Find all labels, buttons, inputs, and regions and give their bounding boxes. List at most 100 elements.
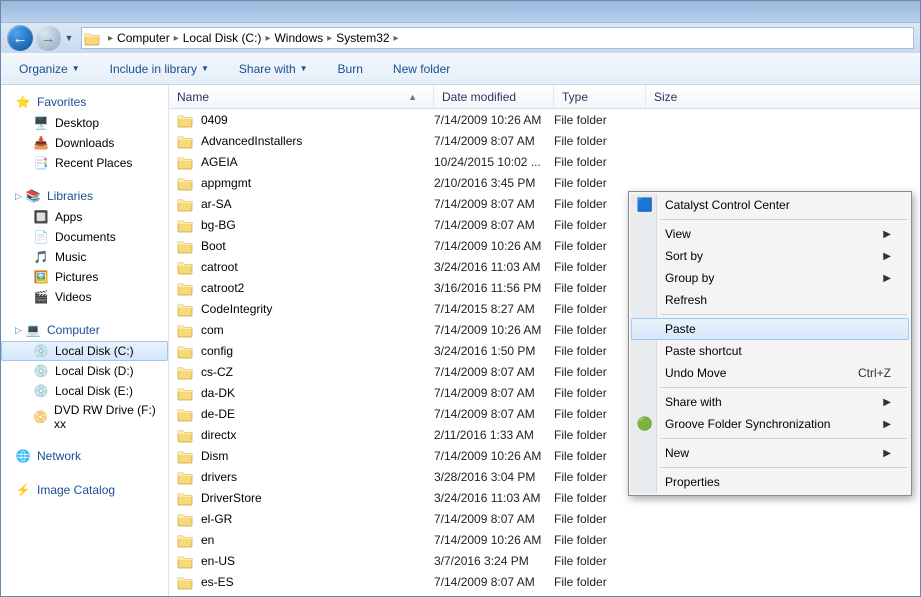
- file-row[interactable]: appmgmt2/10/2016 3:45 PMFile folder: [169, 172, 920, 193]
- network-group[interactable]: 🌐Network: [1, 445, 168, 467]
- file-type: File folder: [554, 575, 646, 589]
- sidebar-item-label: Videos: [55, 290, 91, 304]
- sidebar-documents[interactable]: 📄Documents: [1, 227, 168, 247]
- folder-icon: [177, 448, 193, 464]
- sidebar-dvd-drive[interactable]: 📀 DVD RW Drive (F:) xx: [1, 401, 168, 433]
- ctx-label: Refresh: [665, 293, 707, 307]
- dvd-icon: 📀: [33, 409, 48, 425]
- computer-group[interactable]: ▷💻Computer: [1, 319, 168, 341]
- ctx-refresh[interactable]: Refresh: [631, 289, 909, 311]
- sidebar-apps[interactable]: 🔲Apps: [1, 207, 168, 227]
- file-type: File folder: [554, 533, 646, 547]
- forward-button[interactable]: →: [35, 25, 61, 51]
- ctx-separator: [661, 467, 907, 468]
- sidebar-item-label: Music: [55, 250, 86, 264]
- ctx-view[interactable]: View▶: [631, 223, 909, 245]
- sidebar-drive-e[interactable]: 💿Local Disk (E:): [1, 381, 168, 401]
- ctx-paste-shortcut[interactable]: Paste shortcut: [631, 340, 909, 362]
- chevron-right-icon: ▸: [394, 33, 399, 44]
- drive-icon: 💿: [33, 363, 49, 379]
- column-size[interactable]: Size: [646, 85, 766, 108]
- documents-icon: 📄: [33, 229, 49, 245]
- column-headers: Name▲ Date modified Type Size: [169, 85, 920, 109]
- sidebar-pictures[interactable]: 🖼️Pictures: [1, 267, 168, 287]
- file-name: appmgmt: [201, 176, 251, 190]
- ctx-new[interactable]: New▶: [631, 442, 909, 464]
- nav-pane: ⭐Favorites 🖥️Desktop 📥Downloads 📑Recent …: [1, 85, 169, 596]
- file-type: File folder: [554, 134, 646, 148]
- sidebar-desktop[interactable]: 🖥️Desktop: [1, 113, 168, 133]
- image-catalog-group[interactable]: ⚡Image Catalog: [1, 479, 168, 501]
- file-row[interactable]: en-US3/7/2016 3:24 PMFile folder: [169, 550, 920, 571]
- new-folder-button[interactable]: New folder: [385, 58, 458, 80]
- ctx-properties[interactable]: Properties: [631, 471, 909, 493]
- ctx-group[interactable]: Group by▶: [631, 267, 909, 289]
- organize-label: Organize: [19, 62, 68, 76]
- ctx-catalyst[interactable]: 🟦Catalyst Control Center: [631, 194, 909, 216]
- file-type: File folder: [554, 554, 646, 568]
- sidebar-downloads[interactable]: 📥Downloads: [1, 133, 168, 153]
- ctx-label: New: [665, 446, 689, 460]
- chevron-right-icon: ▸: [265, 33, 270, 44]
- catalyst-icon: 🟦: [637, 197, 653, 213]
- file-name: da-DK: [201, 386, 235, 400]
- sidebar-drive-d[interactable]: 💿Local Disk (D:): [1, 361, 168, 381]
- chevron-right-icon: ▸: [327, 33, 332, 44]
- breadcrumb-item[interactable]: Windows: [274, 31, 323, 45]
- ctx-groove[interactable]: 🟢Groove Folder Synchronization▶: [631, 413, 909, 435]
- column-date[interactable]: Date modified: [434, 85, 554, 108]
- history-dropdown[interactable]: ▼: [63, 33, 75, 43]
- computer-label: Computer: [47, 323, 100, 337]
- file-row[interactable]: AGEIA10/24/2015 10:02 ...File folder: [169, 151, 920, 172]
- ctx-shortcut: Ctrl+Z: [858, 366, 891, 380]
- breadcrumb-item[interactable]: Computer: [117, 31, 170, 45]
- file-name: com: [201, 323, 224, 337]
- column-name[interactable]: Name▲: [169, 85, 434, 108]
- file-name: bg-BG: [201, 218, 236, 232]
- file-row[interactable]: AdvancedInstallers7/14/2009 8:07 AMFile …: [169, 130, 920, 151]
- ctx-paste[interactable]: Paste: [631, 318, 909, 340]
- ctx-undo[interactable]: Undo MoveCtrl+Z: [631, 362, 909, 384]
- computer-icon: 💻: [25, 322, 41, 338]
- folder-icon: [177, 532, 193, 548]
- back-button[interactable]: ←: [7, 25, 33, 51]
- libraries-icon: 📚: [25, 188, 41, 204]
- share-with-button[interactable]: Share with▼: [231, 58, 316, 80]
- burn-button[interactable]: Burn: [330, 58, 371, 80]
- catalog-label: Image Catalog: [37, 483, 115, 497]
- ctx-sort[interactable]: Sort by▶: [631, 245, 909, 267]
- file-row[interactable]: 04097/14/2009 10:26 AMFile folder: [169, 109, 920, 130]
- file-date: 3/24/2016 1:50 PM: [434, 344, 554, 358]
- file-name: AGEIA: [201, 155, 238, 169]
- breadcrumb-item[interactable]: Local Disk (C:): [183, 31, 262, 45]
- address-bar[interactable]: ▸ Computer ▸ Local Disk (C:) ▸ Windows ▸…: [81, 27, 914, 49]
- sidebar-item-label: DVD RW Drive (F:) xx: [54, 403, 164, 431]
- breadcrumb-item[interactable]: System32: [336, 31, 389, 45]
- file-row[interactable]: en7/14/2009 10:26 AMFile folder: [169, 529, 920, 550]
- file-date: 7/14/2009 8:07 AM: [434, 386, 554, 400]
- favorites-group[interactable]: ⭐Favorites: [1, 91, 168, 113]
- recent-icon: 📑: [33, 155, 49, 171]
- libraries-group[interactable]: ▷📚Libraries: [1, 185, 168, 207]
- libraries-label: Libraries: [47, 189, 93, 203]
- include-library-button[interactable]: Include in library▼: [102, 58, 217, 80]
- nav-bar: ← → ▼ ▸ Computer ▸ Local Disk (C:) ▸ Win…: [1, 23, 920, 53]
- file-date: 7/14/2009 8:07 AM: [434, 575, 554, 589]
- file-row[interactable]: el-GR7/14/2009 8:07 AMFile folder: [169, 508, 920, 529]
- folder-icon: [177, 301, 193, 317]
- column-type[interactable]: Type: [554, 85, 646, 108]
- sidebar-recent[interactable]: 📑Recent Places: [1, 153, 168, 173]
- file-type: File folder: [554, 155, 646, 169]
- sidebar-videos[interactable]: 🎬Videos: [1, 287, 168, 307]
- file-date: 7/14/2009 10:26 AM: [434, 239, 554, 253]
- file-date: 3/24/2016 11:03 AM: [434, 260, 554, 274]
- file-row[interactable]: es-ES7/14/2009 8:07 AMFile folder: [169, 571, 920, 592]
- sidebar-music[interactable]: 🎵Music: [1, 247, 168, 267]
- sidebar-drive-c[interactable]: 💿Local Disk (C:): [1, 341, 168, 361]
- favorites-label: Favorites: [37, 95, 86, 109]
- ctx-share[interactable]: Share with▶: [631, 391, 909, 413]
- network-icon: 🌐: [15, 448, 31, 464]
- file-date: 3/24/2016 11:03 AM: [434, 491, 554, 505]
- file-name: directx: [201, 428, 236, 442]
- organize-button[interactable]: Organize▼: [11, 58, 88, 80]
